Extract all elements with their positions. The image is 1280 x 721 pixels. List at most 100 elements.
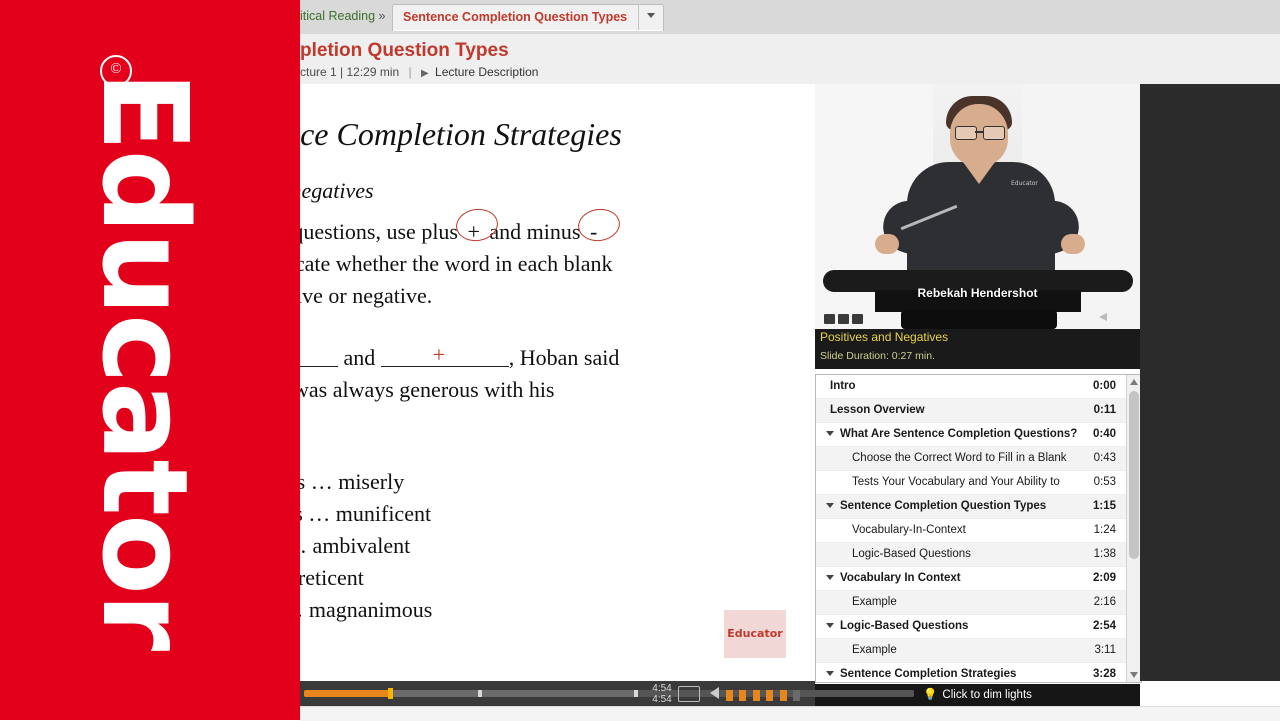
glasses-left-lens-icon: [955, 126, 977, 140]
toc-row[interactable]: Logic-Based Questions 1:38: [816, 543, 1126, 567]
toc-row[interactable]: Intro 0:00: [816, 375, 1126, 399]
blank-negative: -: [300, 344, 338, 367]
breadcrumb-label[interactable]: itical Reading: [300, 9, 375, 23]
toc-label: Logic-Based Questions: [840, 620, 969, 632]
glasses-right-lens-icon: [983, 126, 1005, 140]
shirt-logo: Educator: [1011, 180, 1038, 187]
toc-row[interactable]: Sentence Completion Question Types 1:15: [816, 495, 1126, 519]
lecture-description-link[interactable]: Lecture Description: [435, 65, 538, 79]
triangle-down-icon[interactable]: [826, 671, 834, 676]
toc-label: Tests Your Vocabulary and Your Ability t…: [852, 476, 1060, 488]
header-right-filler: [1140, 34, 1280, 84]
slide-paragraph-line-1: blank questions, use plus + and minus -: [300, 216, 815, 248]
breadcrumb[interactable]: itical Reading »: [300, 9, 385, 23]
toc-label: Example: [852, 596, 897, 608]
toc-label: Sentence Completion Question Types: [840, 500, 1047, 512]
toc-row[interactable]: Logic-Based Questions 2:54: [816, 615, 1126, 639]
video-control-icons[interactable]: [824, 311, 868, 324]
fullscreen-icon[interactable]: [678, 686, 700, 702]
toc-row[interactable]: Choose the Correct Word to Fill in a Bla…: [816, 447, 1126, 471]
toc-row[interactable]: Lesson Overview 0:11: [816, 399, 1126, 423]
scroll-up-icon[interactable]: [1130, 379, 1138, 385]
toc-time: 2:09: [1092, 572, 1116, 584]
toc-time: 1:24: [1093, 524, 1116, 536]
toc-label: Logic-Based Questions: [852, 548, 971, 560]
blank-positive: +: [380, 342, 509, 367]
seek-bar[interactable]: [304, 688, 914, 699]
volume-step[interactable]: [793, 690, 801, 701]
play-progress: [304, 690, 392, 697]
triangle-down-icon[interactable]: [826, 623, 834, 628]
toc-row[interactable]: Tests Your Vocabulary and Your Ability t…: [816, 471, 1126, 495]
volume-step[interactable]: [739, 690, 747, 701]
slide-paragraph-text-2: and minus: [489, 219, 581, 244]
lightbulb-icon: 💡: [923, 689, 938, 701]
toc-row[interactable]: Example 3:11: [816, 639, 1126, 663]
video-player[interactable]: Educator Rebekah Hendershot Positives an…: [815, 84, 1140, 369]
volume-step[interactable]: [766, 690, 774, 701]
slide-paragraph-line-2: to indicate whether the word in each bla…: [300, 251, 613, 276]
lecture-header: pletion Question Types cture 1 | 12:29 m…: [300, 34, 1280, 85]
toc-label: Sentence Completion Strategies: [840, 668, 1017, 680]
triangle-down-icon[interactable]: [826, 575, 834, 580]
tab-bar: itical Reading » Sentence Completion Que…: [300, 0, 1280, 35]
toc-row[interactable]: Vocabulary In Context 2:09: [816, 567, 1126, 591]
toc-time: 0:40: [1092, 428, 1116, 440]
slide-paragraph-line-3: e positive or negative.: [300, 283, 433, 308]
slide-example-tail: , Hoban said: [508, 345, 620, 370]
tab-divider: [638, 4, 639, 30]
scrollbar-thumb[interactable]: [1129, 391, 1139, 559]
slide-subtitle: and negatives: [300, 178, 374, 203]
toc-list: Intro 0:00 Lesson Overview 0:11 What Are…: [816, 375, 1126, 682]
volume-step[interactable]: [779, 690, 787, 701]
answer-choice: onic … magnanimous: [300, 597, 433, 622]
chapter-marker[interactable]: [478, 690, 482, 697]
current-slide-duration: Slide Duration: 0:27 min.: [820, 350, 935, 362]
answer-choice: gal … reticent: [300, 565, 364, 590]
chevron-down-icon[interactable]: [647, 13, 655, 18]
breadcrumb-separator: »: [378, 9, 386, 23]
chapter-marker[interactable]: [634, 690, 638, 697]
toc-scrollbar[interactable]: [1126, 375, 1141, 682]
glasses-bridge: [975, 131, 983, 133]
toc-label: Choose the Correct Word to Fill in a Bla…: [852, 452, 1067, 464]
dim-lights-label: Click to dim lights: [942, 689, 1032, 701]
toc-row[interactable]: What Are Sentence Completion Questions? …: [816, 423, 1126, 447]
toc-label: Vocabulary-In-Context: [852, 524, 966, 536]
expand-arrow-icon[interactable]: ▶: [421, 68, 429, 79]
toc-row[interactable]: Sentence Completion Strategies 3:28: [816, 663, 1126, 682]
toc-label: Vocabulary In Context: [840, 572, 961, 584]
presenter-left-hand: [875, 234, 899, 254]
seek-handle[interactable]: [388, 688, 393, 699]
triangle-down-icon[interactable]: [826, 503, 834, 508]
right-gutter: [1140, 84, 1280, 681]
table-of-contents[interactable]: Intro 0:00 Lesson Overview 0:11 What Are…: [815, 374, 1142, 683]
slide-watermark-logo: Educator: [724, 610, 786, 658]
plus-circle-mark: +: [464, 216, 484, 248]
video-speaker-icon[interactable]: [1099, 310, 1121, 324]
answer-choice: uacious … miserly: [300, 469, 405, 494]
toc-row[interactable]: Example 2:16: [816, 591, 1126, 615]
presenter-name: Rebekah Hendershot: [917, 286, 1038, 300]
toc-time: 3:11: [1094, 644, 1116, 656]
educator-wordmark: Educator: [0, 0, 300, 720]
video-frame[interactable]: Educator Rebekah Hendershot: [815, 84, 1140, 329]
slide-example-line-2: le but was always generous with his: [300, 377, 555, 402]
lecture-number-duration: cture 1 | 12:29 min: [300, 65, 400, 79]
volume-slider[interactable]: [726, 688, 802, 706]
toc-time: 3:28: [1092, 668, 1116, 680]
podium-base: [901, 310, 1057, 329]
toc-time: 2:16: [1093, 596, 1116, 608]
slide-answer-choices: uacious … miserly garious … munificent i…: [300, 466, 432, 626]
toc-time: 2:54: [1092, 620, 1116, 632]
scroll-down-icon[interactable]: [1130, 672, 1138, 678]
volume-icon[interactable]: [710, 687, 719, 699]
video-player-controls[interactable]: 4:54 4:54: [300, 681, 914, 706]
slide-viewer[interactable]: ntence Completion Strategies and negativ…: [300, 84, 815, 681]
page-title: pletion Question Types: [300, 40, 509, 61]
volume-step[interactable]: [752, 690, 760, 701]
volume-step[interactable]: [726, 690, 733, 701]
tab-sentence-completion-question-types[interactable]: Sentence Completion Question Types: [392, 4, 664, 31]
triangle-down-icon[interactable]: [826, 431, 834, 436]
toc-row[interactable]: Vocabulary-In-Context 1:24: [816, 519, 1126, 543]
